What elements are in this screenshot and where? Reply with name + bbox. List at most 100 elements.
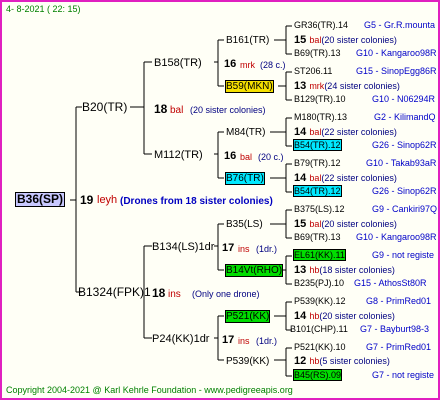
gen3-note-4: (22 sister colonies) [321,173,397,183]
gen2-queen-2[interactable]: M112(TR) [154,149,203,162]
gen3-number-6: 13 [294,264,307,276]
gen3-detail-1: 15 bal(20 sister colonies) [294,34,397,47]
root-code: leyh [97,194,118,206]
gen1-code-2: ins [168,289,181,300]
gen4-name-14: B101(CHP).11 [290,324,348,334]
gen2-code-4: ins [238,336,250,346]
gen3-note-6: (18 sister colonies) [319,265,395,275]
gen3-queen-6[interactable]: B14Vt(RHO) [224,264,284,277]
gen4-info-9: G9 - Cankiri97Q [372,204,438,214]
gen4-info-11: G9 - not registe [372,250,435,260]
gen4-info-16: G7 - not registe [372,370,435,380]
gen2-number-1: 16 [224,58,237,70]
gen3-note-1: (20 sister colonies) [321,35,397,45]
gen3-detail-6: 13 hb(18 sister colonies) [294,264,395,277]
gen2-note-1: (28 c.) [260,60,286,70]
gen3-note-8: (5 sister colonies) [319,356,390,366]
gen3-note-5: (20 sister colonies) [321,219,397,229]
gen3-queen-6-label: B14Vt(RHO) [224,264,284,277]
gen4-queen-9[interactable]: B375(LS).12 [294,203,345,216]
gen4-info-10: G10 - Kangaroo98R [356,232,437,242]
gen4-info-13: G8 - PrimRed01 [366,296,432,306]
gen4-queen-2[interactable]: B69(TR).13 [294,47,341,60]
gen4-info-5: G2 - KilimandQ [374,112,436,122]
gen1-number-2: 18 [152,286,166,300]
gen2-note-3: (1dr.) [256,244,278,254]
gen4-queen-4[interactable]: B129(TR).10 [294,93,346,106]
root-note: (Drones from 18 sister colonies) [120,196,273,207]
gen3-queen-2-label: B59(MKN) [225,80,274,93]
gen2-code-1: mrk [240,60,255,70]
gen4-queen-5[interactable]: M180(TR).13 [294,111,347,124]
root-number: 19 [80,193,94,207]
gen3-code-4: bal [309,173,322,183]
gen4-info-4: G10 - N06294R [372,94,436,104]
gen4-name-6: B54(TR).12 [293,139,342,151]
gen2-code-3: ins [238,244,250,254]
gen3-code-2: mrk [309,81,325,91]
gen4-name-7: B79(TR).12 [294,158,341,168]
gen4-queen-13[interactable]: P539(KK).12 [294,295,346,308]
gen4-name-16: B45(RS).09 [292,369,343,381]
gen3-detail-5: 15 bal(20 sister colonies) [294,218,397,231]
gen3-queen-2[interactable]: B59(MKN) [225,80,274,93]
gen2-note-2: (20 c.) [258,152,284,162]
gen4-queen-14[interactable]: B101(CHP).11 [290,323,348,336]
gen3-note-2: (24 sister colonies) [324,81,400,91]
gen4-name-3: ST206.11 [294,66,333,76]
gen4-name-9: B375(LS).12 [294,204,345,214]
gen3-queen-4[interactable]: B76(TR) [225,172,265,185]
gen4-name-4: B129(TR).10 [294,94,346,104]
gen3-number-1: 15 [294,34,307,46]
gen3-queen-1[interactable]: B161(TR) [226,34,269,47]
gen3-code-3: bal [309,127,322,137]
gen4-name-1: GR36(TR).14 [294,20,349,30]
gen4-queen-1[interactable]: GR36(TR).14 [294,19,348,32]
gen4-name-12: B235(PJ).10 [294,278,345,288]
gen1-queen-2[interactable]: B1324(FPK)1 [78,286,151,299]
gen3-queen-3[interactable]: M84(TR) [226,126,265,139]
gen2-number-3: 17 [222,242,235,254]
gen4-queen-16[interactable]: B45(RS).09 [292,369,343,382]
gen4-queen-7[interactable]: B79(TR).12 [294,157,341,170]
gen1-queen-1[interactable]: B20(TR) [82,101,127,114]
gen3-note-7: (20 sister colonies) [319,311,395,321]
pedigree-frame: 4- 8-2021 ( 22: 15) B36(SP) 19 leyh (Dro… [0,0,440,400]
gen4-queen-12[interactable]: B235(PJ).10 [294,277,344,290]
gen2-number-2: 16 [224,150,237,162]
gen4-queen-8[interactable]: B54(TR).12 [293,185,342,198]
gen2-queen-4[interactable]: P24(KK)1dr [152,333,209,346]
gen3-code-6: hb [309,265,320,275]
gen4-info-3: G15 - SinopEgg86R [356,66,437,76]
gen4-queen-15[interactable]: P521(KK).10 [294,341,346,354]
gen2-queen-3[interactable]: B134(LS)1dr [152,241,214,254]
footer-copyright: Copyright 2004-2021 @ Karl Kehrle Founda… [6,385,293,395]
gen2-number-4: 17 [222,334,235,346]
gen3-number-2: 13 [294,80,307,92]
gen4-name-8: B54(TR).12 [293,185,342,197]
root-queen[interactable]: B36(SP) [14,192,66,207]
gen3-queen-7[interactable]: P521(KK) [224,310,271,323]
gen3-code-1: bal [309,35,322,45]
gen4-name-15: P521(KK).10 [294,342,346,352]
gen4-queen-11[interactable]: EL61(KK).11 [293,249,346,262]
gen4-info-15: G7 - PrimRed01 [366,342,432,352]
gen4-name-2: B69(TR).13 [294,48,341,58]
gen3-number-8: 12 [294,355,307,367]
gen3-detail-4: 14 bal(22 sister colonies) [294,172,397,185]
gen3-detail-3: 14 bal(22 sister colonies) [294,126,397,139]
gen3-queen-5[interactable]: B35(LS) [226,218,263,231]
gen4-queen-6[interactable]: B54(TR).12 [293,139,342,152]
gen3-queen-7-label: P521(KK) [224,310,271,323]
gen3-queen-8[interactable]: P539(KK) [226,355,269,368]
gen4-queen-10[interactable]: B69(TR).13 [294,231,341,244]
gen4-info-14: G7 - Bayburt98-3 [360,324,430,334]
gen4-queen-3[interactable]: ST206.11 [294,65,332,78]
gen2-queen-1[interactable]: B158(TR) [154,57,202,70]
site-link[interactable]: www.pedigreeapis.org [204,385,293,395]
gen1-code-1: bal [170,105,184,116]
gen4-info-7: G10 - Takab93aR [366,158,437,168]
gen3-number-3: 14 [294,126,307,138]
gen1-note-2: (Only one drone) [192,289,260,299]
gen3-note-3: (22 sister colonies) [321,127,397,137]
